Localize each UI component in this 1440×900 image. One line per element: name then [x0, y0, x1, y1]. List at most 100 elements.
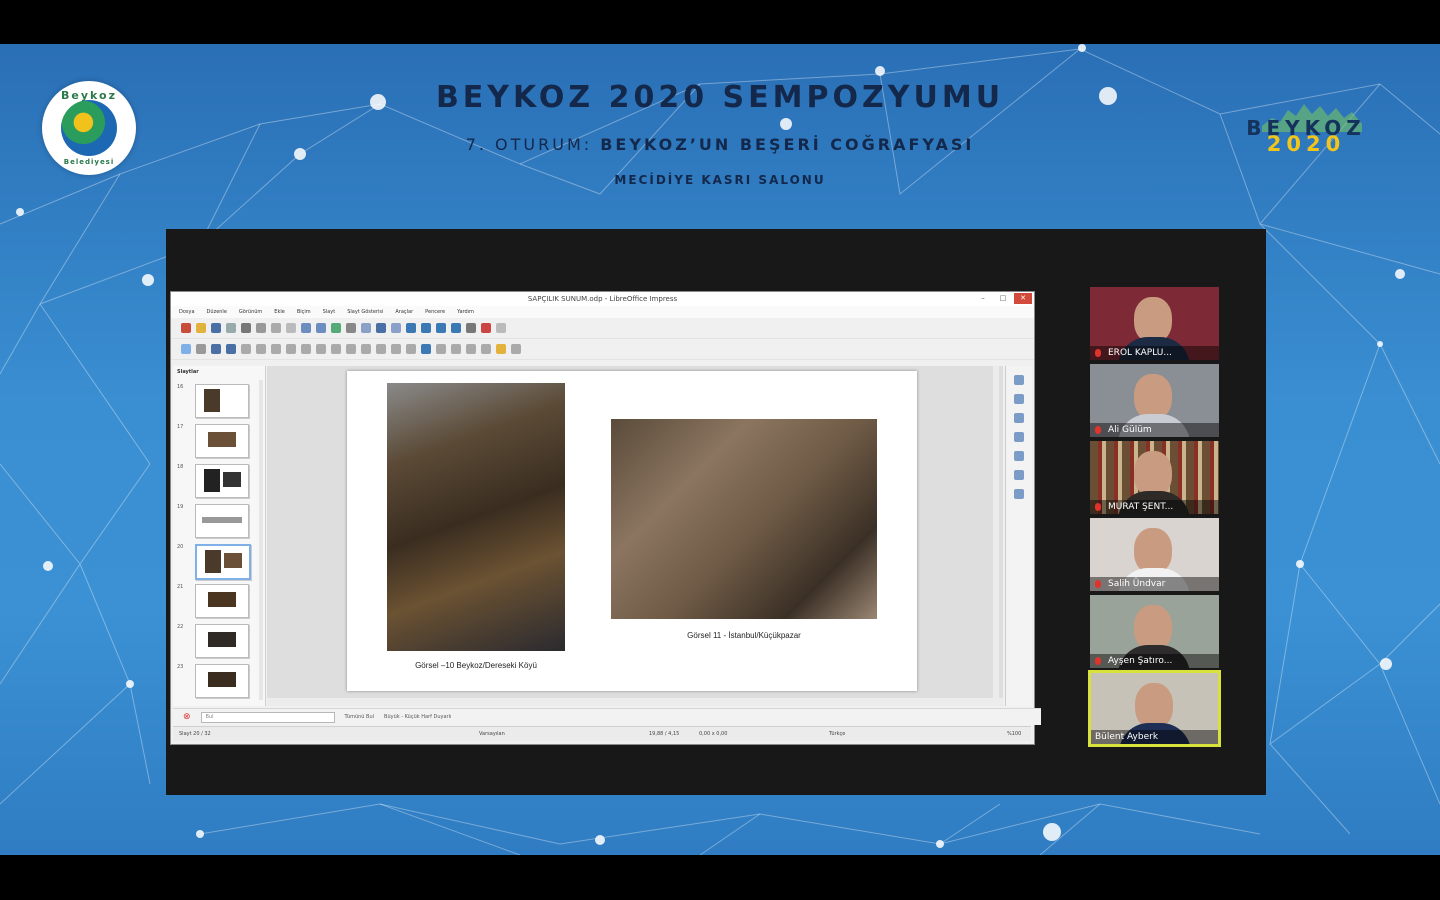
curve-icon[interactable]: [301, 344, 311, 354]
menu-window[interactable]: Pencere: [425, 306, 445, 318]
gallery-icon[interactable]: [1014, 470, 1024, 480]
slide-thumbnail-selected[interactable]: 20: [175, 544, 255, 580]
flowchart-icon[interactable]: [376, 344, 386, 354]
3d-objects-icon[interactable]: [421, 344, 431, 354]
styles-icon[interactable]: [1014, 451, 1024, 461]
rectangle-icon[interactable]: [256, 344, 266, 354]
redo-icon[interactable]: [316, 323, 326, 333]
slide-thumbnail[interactable]: 16: [175, 384, 255, 420]
slide-thumbnail[interactable]: 18: [175, 464, 255, 500]
spelling-icon[interactable]: [346, 323, 356, 333]
properties-icon[interactable]: [1014, 375, 1024, 385]
menu-slideshow[interactable]: Slayt Gösterisi: [347, 306, 383, 318]
save-icon[interactable]: [211, 323, 221, 333]
crop-icon[interactable]: [496, 344, 506, 354]
connector-icon[interactable]: [316, 344, 326, 354]
participant-tile[interactable]: Salih Ündvar: [1090, 518, 1219, 591]
slide-thumbnail[interactable]: 19: [175, 504, 255, 540]
participant-tile[interactable]: Ayşen Şatıro...: [1090, 595, 1219, 668]
line-color-icon[interactable]: [211, 344, 221, 354]
shadow-icon[interactable]: [481, 344, 491, 354]
venue-label: MECİDİYE KASRI SALONU: [614, 173, 826, 187]
logo-emblem-icon: [61, 100, 117, 156]
status-zoom[interactable]: %100: [1007, 727, 1021, 741]
participant-tile-active-speaker[interactable]: Bülent Ayberk: [1088, 670, 1221, 747]
participant-tile[interactable]: EROL KAPLU...: [1090, 287, 1219, 360]
slide-canvas[interactable]: Görsel –10 Beykoz/Dereseki Köyü Görsel 1…: [267, 366, 1003, 706]
animation-icon[interactable]: [1014, 413, 1024, 423]
block-arrows-icon[interactable]: [361, 344, 371, 354]
panel-scrollbar[interactable]: [259, 380, 263, 700]
slide-thumbnail[interactable]: 23: [175, 664, 255, 700]
rotate-icon[interactable]: [436, 344, 446, 354]
menu-tools[interactable]: Araçlar: [395, 306, 413, 318]
participant-tile[interactable]: MURAT ŞENT...: [1090, 441, 1219, 514]
open-icon[interactable]: [196, 323, 206, 333]
close-find-icon[interactable]: ⊗: [183, 712, 191, 722]
maximize-button[interactable]: □: [994, 293, 1012, 304]
new-icon[interactable]: [181, 323, 191, 333]
caption-right[interactable]: Görsel 11 - İstanbul/Küçükpazar: [611, 631, 877, 640]
grid-icon[interactable]: [361, 323, 371, 333]
line-icon[interactable]: [241, 344, 251, 354]
stars-icon[interactable]: [406, 344, 416, 354]
canvas-horizontal-scrollbar[interactable]: [267, 698, 1003, 706]
print-icon[interactable]: [241, 323, 251, 333]
shapes-icon[interactable]: [331, 344, 341, 354]
minimize-button[interactable]: –: [974, 293, 992, 304]
filter-icon[interactable]: [511, 344, 521, 354]
special-char-icon[interactable]: [466, 323, 476, 333]
menu-slide[interactable]: Slayt: [323, 306, 336, 318]
arrange-icon[interactable]: [466, 344, 476, 354]
menu-view[interactable]: Görünüm: [239, 306, 262, 318]
slide-photo-right[interactable]: [611, 419, 877, 619]
arrow-icon[interactable]: [286, 344, 296, 354]
align-icon[interactable]: [451, 344, 461, 354]
undo-icon[interactable]: [301, 323, 311, 333]
zoom-icon[interactable]: [196, 344, 206, 354]
find-input[interactable]: Bul: [200, 711, 335, 723]
slideshow-icon[interactable]: [481, 323, 491, 333]
master-slides-icon[interactable]: [1014, 432, 1024, 442]
export-pdf-icon[interactable]: [226, 323, 236, 333]
table-icon[interactable]: [406, 323, 416, 333]
menu-bar: Dosya Düzenle Görünüm Ekle Biçim Slayt S…: [171, 306, 1034, 318]
match-case-checkbox[interactable]: Büyük - Küçük Harf Duyarlı: [384, 714, 451, 720]
paste-icon[interactable]: [286, 323, 296, 333]
slide-transition-icon[interactable]: [1014, 394, 1024, 404]
participant-tile[interactable]: Ali Gülüm: [1090, 364, 1219, 437]
muted-mic-icon: [1095, 657, 1101, 665]
slide-thumbnail[interactable]: 21: [175, 584, 255, 620]
canvas-vertical-scrollbar[interactable]: [993, 366, 999, 706]
standard-toolbar: [171, 318, 1034, 339]
close-button[interactable]: ✕: [1014, 293, 1032, 304]
status-language[interactable]: Türkçe: [829, 727, 845, 741]
slide-photo-left[interactable]: [387, 383, 565, 651]
display-views-icon[interactable]: [376, 323, 386, 333]
chart-icon[interactable]: [436, 323, 446, 333]
callouts-icon[interactable]: [391, 344, 401, 354]
impress-window[interactable]: SAPÇILIK SUNUM.odp - LibreOffice Impress…: [170, 291, 1041, 745]
cut-icon[interactable]: [256, 323, 266, 333]
select-icon[interactable]: [181, 344, 191, 354]
image-icon[interactable]: [421, 323, 431, 333]
new-slide-icon[interactable]: [496, 323, 506, 333]
menu-insert[interactable]: Ekle: [274, 306, 285, 318]
text-box-icon[interactable]: [451, 323, 461, 333]
symbol-shapes-icon[interactable]: [346, 344, 356, 354]
ellipse-icon[interactable]: [271, 344, 281, 354]
menu-file[interactable]: Dosya: [179, 306, 195, 318]
slide-thumbnail[interactable]: 22: [175, 624, 255, 660]
navigator-icon[interactable]: [1014, 489, 1024, 499]
slide-thumbnail[interactable]: 17: [175, 424, 255, 460]
copy-icon[interactable]: [271, 323, 281, 333]
caption-left[interactable]: Görsel –10 Beykoz/Dereseki Köyü: [387, 661, 565, 670]
current-slide[interactable]: Görsel –10 Beykoz/Dereseki Köyü Görsel 1…: [347, 371, 917, 691]
menu-format[interactable]: Biçim: [297, 306, 311, 318]
find-replace-icon[interactable]: [331, 323, 341, 333]
master-slide-icon[interactable]: [391, 323, 401, 333]
find-all-button[interactable]: Tümünü Bul: [345, 714, 375, 720]
fill-color-icon[interactable]: [226, 344, 236, 354]
menu-edit[interactable]: Düzenle: [207, 306, 227, 318]
menu-help[interactable]: Yardım: [457, 306, 474, 318]
